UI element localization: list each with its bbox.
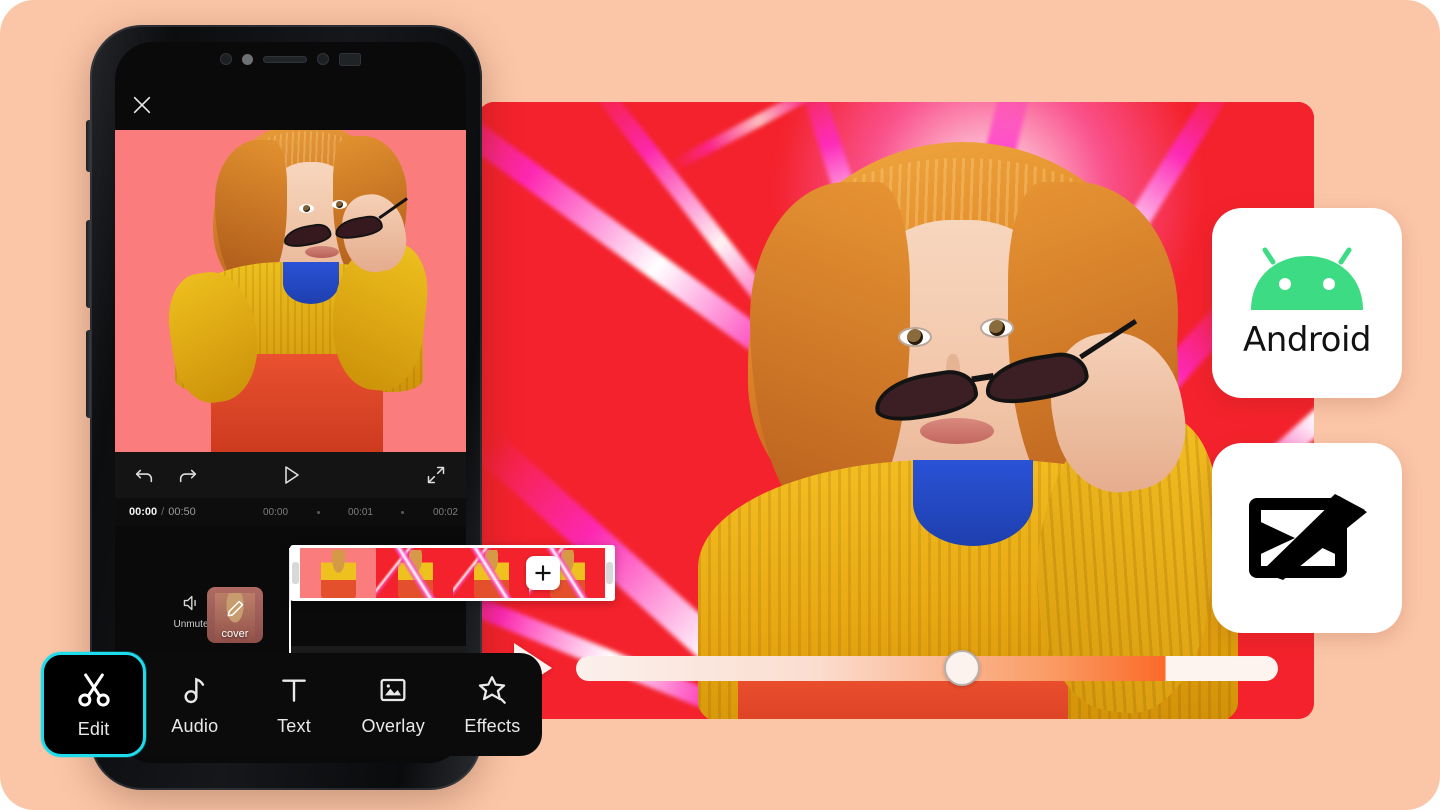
fullscreen-icon[interactable]	[426, 465, 446, 485]
sensor-rect	[339, 52, 361, 66]
phone-notch	[190, 42, 391, 76]
ruler-mark: 00:00	[263, 506, 289, 518]
editor-tabbar: Edit Audio Text Overlay Effects	[41, 652, 542, 757]
close-icon[interactable]	[131, 94, 153, 116]
capcut-mark-icon	[1249, 494, 1367, 580]
clip-frame	[452, 548, 529, 598]
video-clip-strip[interactable]	[290, 545, 615, 601]
tab-audio[interactable]: Audio	[145, 653, 244, 756]
tab-overlay-label: Overlay	[361, 715, 425, 736]
tab-audio-label: Audio	[171, 715, 219, 736]
preview-subject-eye-left	[299, 204, 314, 213]
phone-volume-down-button[interactable]	[86, 330, 91, 418]
front-camera-icon	[220, 53, 232, 65]
text-t-icon	[282, 678, 306, 702]
cover-thumbnail-button[interactable]: cover	[207, 587, 263, 643]
android-wordmark: Android	[1243, 320, 1371, 360]
android-logo-card: Android	[1212, 208, 1402, 398]
undo-icon[interactable]	[133, 464, 155, 486]
capcut-logo-card	[1212, 443, 1402, 633]
sensor-dot-icon	[242, 53, 253, 65]
tab-effects[interactable]: Effects	[443, 653, 542, 756]
current-time: 00:00	[129, 506, 158, 518]
clip-trim-handle-left[interactable]	[292, 562, 299, 584]
play-icon[interactable]	[279, 463, 303, 487]
video-subject	[698, 142, 1238, 719]
tab-edit[interactable]: Edit	[41, 652, 147, 757]
tab-overlay[interactable]: Overlay	[344, 653, 443, 756]
proximity-sensor-icon	[317, 53, 329, 65]
phone-volume-up-button[interactable]	[86, 220, 91, 308]
preview-subject	[162, 130, 433, 452]
tab-text[interactable]: Text	[244, 653, 343, 756]
player-controls	[478, 643, 1314, 693]
total-time: 00:50	[168, 506, 196, 518]
speaker-mute-icon	[183, 595, 196, 611]
image-frame-icon	[380, 678, 406, 701]
preview-subject-collar	[283, 262, 339, 304]
ruler-dot	[316, 510, 320, 514]
timecode-row: 00:00 / 00:50 00:00 00:01 00:02	[115, 498, 466, 526]
subject-eye-left	[898, 327, 932, 347]
ruler-dot	[401, 510, 405, 514]
tab-text-label: Text	[277, 715, 311, 736]
sparkle-star-icon	[479, 675, 507, 704]
editor-toolbar	[115, 452, 466, 498]
unmute-label: Unmute	[173, 619, 209, 630]
phone-video-preview[interactable]	[115, 130, 466, 452]
music-note-icon	[184, 677, 204, 703]
clip-frame	[376, 548, 453, 598]
video-preview-panel[interactable]	[478, 102, 1314, 719]
progress-handle[interactable]	[944, 650, 981, 686]
subject-collar	[913, 460, 1033, 546]
preview-subject-eye-right	[332, 200, 347, 209]
tab-effects-label: Effects	[464, 715, 521, 736]
subject-eye-right	[980, 318, 1014, 338]
plus-icon	[535, 565, 551, 581]
ruler-mark: 00:02	[432, 506, 458, 518]
cover-label: cover	[221, 628, 249, 640]
phone-side-button[interactable]	[86, 120, 91, 172]
clip-trim-handle-right[interactable]	[606, 562, 613, 584]
clip-frame	[300, 548, 377, 598]
ruler-mark: 00:01	[347, 506, 373, 518]
earpiece-speaker	[263, 55, 307, 63]
app-canvas: Android 00:00 / 00:50 00:00 00:01 00:02 …	[0, 0, 1440, 810]
android-robot-icon	[1251, 247, 1363, 310]
progress-bar[interactable]	[576, 650, 1278, 686]
add-clip-button[interactable]	[526, 556, 560, 590]
scissors-icon	[77, 673, 110, 706]
redo-icon[interactable]	[177, 464, 199, 486]
pencil-icon	[227, 600, 244, 617]
timeline-ruler: 00:00 00:01 00:02	[263, 507, 458, 518]
tab-edit-label: Edit	[77, 718, 110, 739]
time-separator: /	[161, 506, 165, 518]
